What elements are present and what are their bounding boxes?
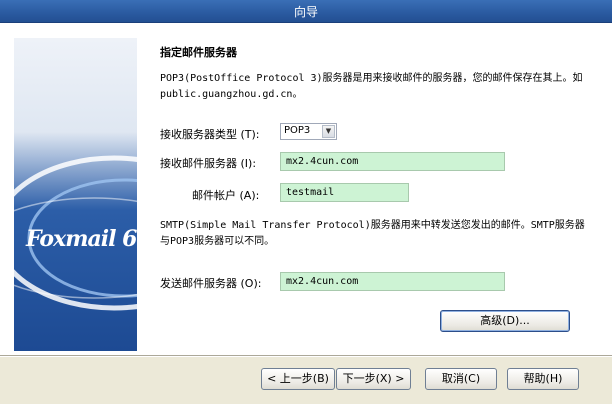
help-button[interactable]: 帮助(H)	[507, 368, 579, 390]
server-type-label: 接收服务器类型 (T):	[160, 128, 260, 141]
outgoing-server-input[interactable]: mx2.4cun.com	[280, 272, 505, 291]
swoosh-graphic	[14, 155, 137, 311]
incoming-server-input[interactable]: mx2.4cun.com	[280, 152, 505, 171]
footer-divider	[0, 355, 612, 357]
server-type-select[interactable]: POP3 ▼	[280, 123, 337, 140]
account-label: 邮件帐户 (A):	[192, 189, 260, 202]
incoming-server-label: 接收邮件服务器 (I):	[160, 157, 257, 170]
cancel-button[interactable]: 取消(C)	[425, 368, 497, 390]
chevron-down-icon[interactable]: ▼	[322, 125, 335, 138]
pop3-description: POP3(PostOffice Protocol 3)服务器是用来接收邮件的服务…	[160, 73, 583, 100]
title-bar: 向导	[0, 0, 612, 23]
outgoing-server-label: 发送邮件服务器 (O):	[160, 277, 262, 290]
section-heading: 指定邮件服务器	[160, 46, 237, 59]
advanced-button[interactable]: 高级(D)...	[440, 310, 570, 332]
smtp-description: SMTP(Simple Mail Transfer Protocol)服务器用来…	[160, 220, 585, 247]
server-type-value: POP3	[284, 125, 311, 136]
foxmail-logo: Foxmail 6	[26, 226, 137, 252]
back-button[interactable]: < 上一步(B)	[261, 368, 335, 390]
account-input[interactable]: testmail	[280, 183, 409, 202]
foxmail-banner: Foxmail 6	[14, 38, 137, 351]
window-title: 向导	[293, 5, 318, 19]
next-button[interactable]: 下一步(X) >	[336, 368, 411, 390]
